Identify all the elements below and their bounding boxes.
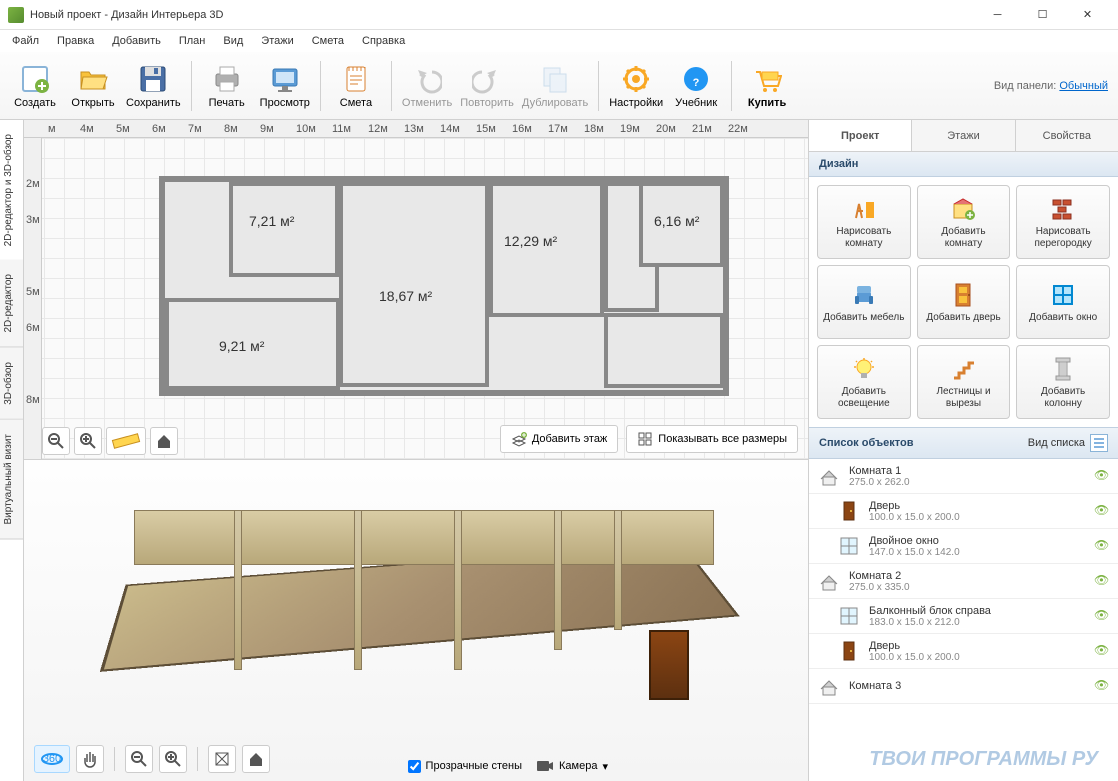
measure-icon[interactable] [106,427,146,455]
menu-floors[interactable]: Этажи [253,33,301,49]
menu-help[interactable]: Справка [354,33,413,49]
room-area-5: 6,16 м² [654,213,699,229]
tab-floors[interactable]: Этажи [912,120,1015,151]
visibility-icon[interactable]: 👁 [1094,643,1110,659]
close-button[interactable]: ✕ [1065,0,1110,30]
rotate-360-icon[interactable]: 360 [34,745,70,773]
minimize-button[interactable]: ─ [975,0,1020,30]
buy-button[interactable]: Купить [738,55,796,117]
home-icon[interactable] [150,427,178,455]
menu-estimate[interactable]: Смета [304,33,352,49]
object-item[interactable]: Комната 2275.0 x 335.0👁 [809,564,1118,599]
room-icon [817,464,841,488]
tab-properties[interactable]: Свойства [1016,120,1118,151]
visibility-icon[interactable]: 👁 [1094,538,1110,554]
undo-button[interactable]: Отменить [398,55,456,117]
visibility-icon[interactable]: 👁 [1094,503,1110,519]
room-icon [817,674,841,698]
draw-room-button[interactable]: Нарисовать комнату [817,185,911,259]
add-furniture-button[interactable]: Добавить мебель [817,265,911,339]
maximize-button[interactable]: ☐ [1020,0,1065,30]
pan-icon[interactable] [76,745,104,773]
view-tabs: 2D-редактор и 3D-обзор 2D-редактор 3D-об… [0,120,24,781]
room-area-3: 12,29 м² [504,233,557,249]
reset-3d-icon[interactable] [208,745,236,773]
svg-text:?: ? [693,77,700,89]
add-door-button[interactable]: Добавить дверь [917,265,1011,339]
room-area-4: 9,21 м² [219,338,264,354]
home-3d-icon[interactable] [242,745,270,773]
tab-2d[interactable]: 2D-редактор [0,260,23,348]
view-3d-canvas[interactable]: 360 Прозрачные стены Камера ▾ [24,459,808,781]
object-item[interactable]: Дверь100.0 x 15.0 x 200.0👁 [809,634,1118,669]
panel-mode-label: Вид панели: Обычный [994,80,1112,92]
visibility-icon[interactable]: 👁 [1094,573,1110,589]
add-column-button[interactable]: Добавить колонну [1016,345,1110,419]
zoom-in-icon[interactable] [74,427,102,455]
room-icon [817,569,841,593]
save-button[interactable]: Сохранить [122,55,185,117]
tutorial-button[interactable]: ?Учебник [667,55,725,117]
duplicate-button[interactable]: Дублировать [518,55,592,117]
room-area-2: 18,67 м² [379,288,432,304]
menu-view[interactable]: Вид [215,33,251,49]
design-header: Дизайн [809,152,1118,177]
add-room-button[interactable]: Добавить комнату [917,185,1011,259]
zoom-out-3d-icon[interactable] [125,745,153,773]
menubar: Файл Правка Добавить План Вид Этажи Смет… [0,30,1118,52]
ruler-horizontal: м4м5м6м7м8м9м10м11м12м13м14м15м16м17м18м… [24,120,808,138]
visibility-icon[interactable]: 👁 [1094,678,1110,694]
room-area-1: 7,21 м² [249,213,294,229]
toolbar: Создать Открыть Сохранить Печать Просмот… [0,52,1118,120]
app-icon [8,7,24,23]
tab-3d[interactable]: 3D-обзор [0,348,23,420]
camera-button[interactable]: Камера ▾ [536,759,608,773]
print-button[interactable]: Печать [198,55,256,117]
object-item[interactable]: Комната 1275.0 x 262.0👁 [809,459,1118,494]
menu-edit[interactable]: Правка [49,33,102,49]
create-button[interactable]: Создать [6,55,64,117]
settings-button[interactable]: Настройки [605,55,667,117]
menu-add[interactable]: Добавить [104,33,169,49]
object-item[interactable]: Дверь100.0 x 15.0 x 200.0👁 [809,494,1118,529]
zoom-out-icon[interactable] [42,427,70,455]
objects-list: Комната 1275.0 x 262.0👁Дверь100.0 x 15.0… [809,459,1118,781]
estimate-button[interactable]: Смета [327,55,385,117]
tab-project[interactable]: Проект [809,120,912,151]
add-window-button[interactable]: Добавить окно [1016,265,1110,339]
add-lighting-button[interactable]: Добавить освещение [817,345,911,419]
visibility-icon[interactable]: 👁 [1094,608,1110,624]
objects-header: Список объектов Вид списка [809,427,1118,459]
show-sizes-button[interactable]: Показывать все размеры [626,425,798,453]
draw-partition-button[interactable]: Нарисовать перегородку [1016,185,1110,259]
plan-canvas[interactable]: 2м3м5м6м8м 7,21 м² 18,67 м² 12,29 м² 9,2… [24,138,808,459]
zoom-in-3d-icon[interactable] [159,745,187,773]
redo-button[interactable]: Повторить [456,55,518,117]
list-mode-label: Вид списка [1028,437,1085,449]
stairs-button[interactable]: Лестницы и вырезы [917,345,1011,419]
visibility-icon[interactable]: 👁 [1094,468,1110,484]
list-mode-icon[interactable] [1090,434,1108,452]
door-icon [837,499,861,523]
preview-button[interactable]: Просмотр [256,55,314,117]
ruler-vertical: 2м3м5м6м8м [24,138,42,459]
window-icon [837,604,861,628]
tab-virtual[interactable]: Виртуальный визит [0,420,23,540]
menu-file[interactable]: Файл [4,33,47,49]
object-item[interactable]: Комната 3👁 [809,669,1118,704]
tab-2d-3d[interactable]: 2D-редактор и 3D-обзор [0,120,23,260]
panel-mode-link[interactable]: Обычный [1059,80,1108,92]
open-button[interactable]: Открыть [64,55,122,117]
titlebar: Новый проект - Дизайн Интерьера 3D ─ ☐ ✕ [0,0,1118,30]
object-item[interactable]: Двойное окно147.0 x 15.0 x 142.0👁 [809,529,1118,564]
window-title: Новый проект - Дизайн Интерьера 3D [30,9,975,21]
door-icon [837,639,861,663]
svg-text:360: 360 [43,753,61,765]
object-item[interactable]: Балконный блок справа183.0 x 15.0 x 212.… [809,599,1118,634]
transparent-walls-checkbox[interactable]: Прозрачные стены [408,760,522,773]
menu-plan[interactable]: План [171,33,214,49]
window-icon [837,534,861,558]
add-floor-button[interactable]: Добавить этаж [500,425,618,453]
